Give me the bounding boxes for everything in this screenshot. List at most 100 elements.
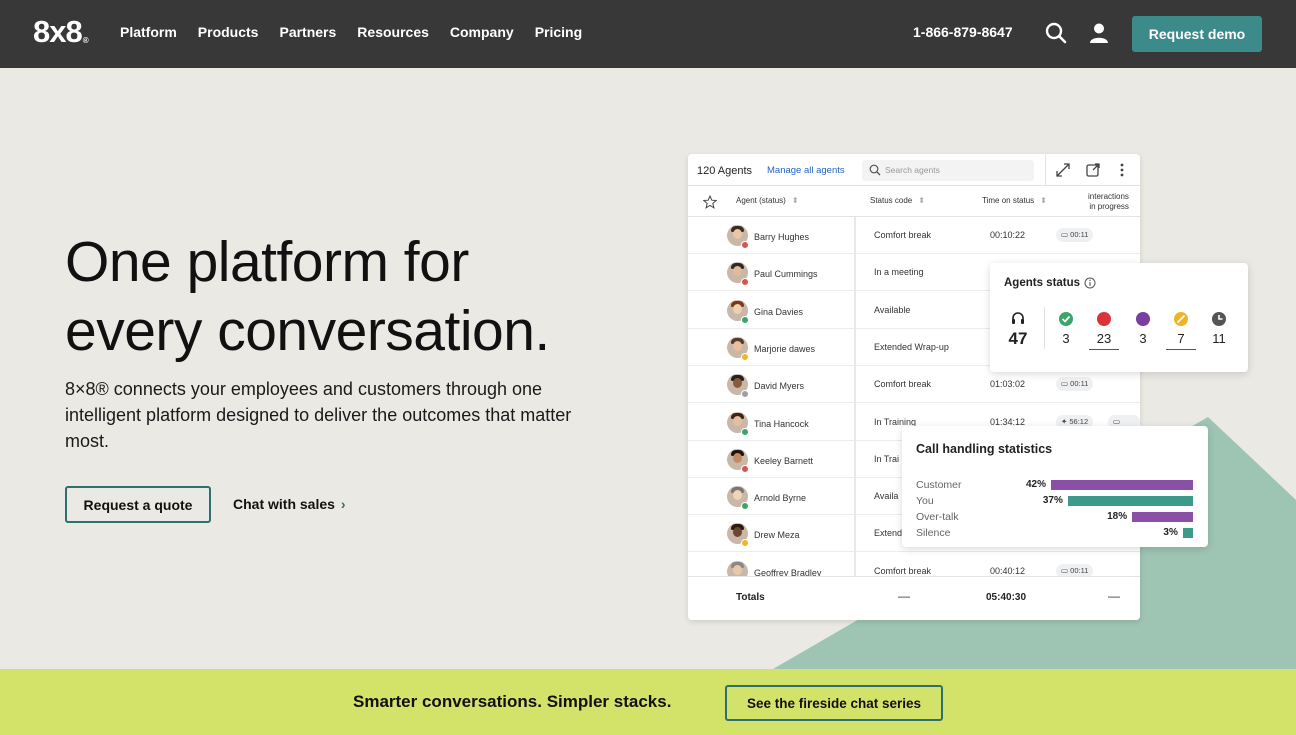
agent-name: Keeley Barnett [754, 455, 814, 466]
status-dot-icon [741, 352, 749, 361]
column-divider [854, 217, 856, 577]
agent-name: Paul Cummings [754, 269, 818, 280]
call-stat-percent: 3% [1163, 527, 1178, 538]
sort-icon: ⬍ [918, 196, 925, 205]
banner-text: Smarter conversations. Simpler stacks. [353, 692, 672, 711]
status-count[interactable]: 11 [1205, 331, 1233, 346]
agent-status-code: Comfort break [874, 379, 932, 390]
status-dot-icon [741, 241, 749, 249]
call-stat-percent: 37% [1042, 495, 1063, 506]
fireside-chat-button[interactable]: See the fireside chat series [725, 685, 943, 721]
agent-name: Arnold Byrne [754, 493, 807, 504]
col-interactions[interactable]: interactions in progress [1088, 192, 1129, 212]
search-agents-input[interactable]: Search agents [862, 160, 1034, 181]
wrapup-icon [1173, 311, 1189, 327]
hero-title-line-2: every conversation. [65, 299, 550, 363]
status-divider [1044, 307, 1045, 349]
agents-panel-header: 120 Agents Manage all agents Search agen… [688, 154, 1140, 186]
chat-bubble-icon: ▭ [1061, 379, 1071, 389]
request-quote-button[interactable]: Request a quote [65, 486, 211, 523]
call-handling-title: Call handling statistics [916, 442, 1053, 456]
agent-time-on-status: 01:03:02 [990, 379, 1026, 390]
agent-status-code: In Trai [874, 453, 900, 464]
status-dot-icon [741, 390, 749, 399]
agent-time-on-status: 00:40:12 [990, 565, 1026, 576]
col-status-code[interactable]: Status code ⬍ [870, 196, 925, 205]
status-dot-icon [741, 464, 749, 473]
agent-time-on-status: 00:10:22 [990, 230, 1026, 240]
info-icon[interactable] [1084, 277, 1096, 289]
agents-panel: 120 Agents Manage all agents Search agen… [688, 154, 1140, 620]
totals-code-dash: — [898, 589, 910, 603]
hero-title-line-1: One platform for [65, 230, 469, 294]
status-count[interactable]: 23 [1090, 331, 1118, 346]
call-stat-bar [1132, 512, 1193, 522]
agent-status-code: Available [874, 304, 911, 315]
sort-icon: ⬍ [1040, 196, 1047, 205]
totals-row: Totals — 05:40:30 — [688, 576, 1140, 620]
chat-bubble-icon: ▭ [1061, 565, 1071, 575]
agent-status-code: Comfort break [874, 565, 932, 576]
nav-pricing[interactable]: Pricing [535, 24, 582, 40]
agent-row[interactable]: Barry Hughes Comfort break 00:10:22 ▭ 00:11 [688, 217, 1140, 254]
search-icon[interactable] [1045, 22, 1067, 44]
manage-agents-link[interactable]: Manage all agents [767, 165, 845, 176]
agent-name: Gina Davies [754, 306, 804, 317]
status-count[interactable]: 3 [1052, 331, 1080, 346]
call-stat-bar [1067, 496, 1193, 506]
status-count[interactable]: 47 [1004, 329, 1032, 349]
star-icon[interactable] [703, 195, 717, 209]
agent-status-code: Extend [874, 528, 903, 539]
header-divider [1045, 154, 1046, 186]
agent-status-code: Availa [874, 491, 899, 502]
status-count[interactable]: 7 [1167, 331, 1195, 346]
nav-resources[interactable]: Resources [357, 24, 429, 40]
agent-name: Tina Hancock [754, 418, 809, 429]
more-options-icon[interactable] [1114, 162, 1130, 178]
expand-icon[interactable] [1055, 162, 1071, 178]
agent-name: David Myers [754, 381, 805, 392]
chat-with-sales-link[interactable]: Chat with sales › [233, 496, 346, 512]
nav-products[interactable]: Products [198, 24, 259, 40]
phone-number[interactable]: 1-866-879-8647 [913, 24, 1013, 40]
nav-company[interactable]: Company [450, 24, 514, 40]
request-demo-button[interactable]: Request demo [1132, 16, 1262, 52]
chat-bubble-icon: ▭ [1061, 230, 1071, 239]
col-time-on-status[interactable]: Time on status ⬍ [982, 196, 1047, 205]
search-icon [869, 164, 881, 176]
agents-status-card: Agents status 47 3 23 3 7 11 [990, 263, 1248, 372]
busy-icon [1096, 311, 1112, 327]
agents-count: 120 Agents [697, 165, 753, 177]
chevron-right-icon: › [340, 496, 346, 512]
interaction-chip: ▭ 00:11 [1056, 228, 1094, 242]
external-link-icon[interactable] [1085, 162, 1101, 178]
nav-platform[interactable]: Platform [120, 24, 177, 40]
call-stat-bar [1182, 528, 1193, 538]
search-placeholder: Search agents [885, 165, 940, 175]
promo-banner: Smarter conversations. Simpler stacks. S… [0, 669, 1296, 735]
agent-status-code: Comfort break [874, 230, 932, 240]
call-stat-label: You [916, 495, 934, 507]
call-stat-label: Customer [916, 479, 962, 491]
agent-name: Drew Meza [754, 530, 800, 541]
chat-bubble-icon: ▭ [1113, 416, 1121, 426]
available-icon [1058, 311, 1074, 327]
totals-time: 05:40:30 [986, 592, 1027, 603]
logo[interactable]: 8x8® [33, 14, 89, 50]
status-dot-icon [741, 502, 749, 511]
top-navigation: 8x8® Platform Products Partners Resource… [0, 0, 1296, 68]
call-stat-percent: 18% [1107, 511, 1128, 522]
nav-partners[interactable]: Partners [279, 24, 336, 40]
col-agent-status[interactable]: Agent (status) ⬍ [736, 196, 799, 205]
call-stat-label: Over-talk [916, 511, 959, 523]
agents-status-title: Agents status [1004, 277, 1081, 289]
status-count[interactable]: 3 [1129, 331, 1157, 346]
clock-icon [1211, 311, 1227, 327]
agent-status-code: Extended Wrap-up [874, 341, 949, 352]
user-icon[interactable] [1088, 22, 1110, 44]
totals-interactions-dash: — [1108, 589, 1120, 603]
away-icon [1135, 311, 1151, 327]
totals-label: Totals [736, 592, 765, 603]
status-dot-icon [741, 539, 749, 548]
sort-icon: ⬍ [791, 196, 799, 205]
